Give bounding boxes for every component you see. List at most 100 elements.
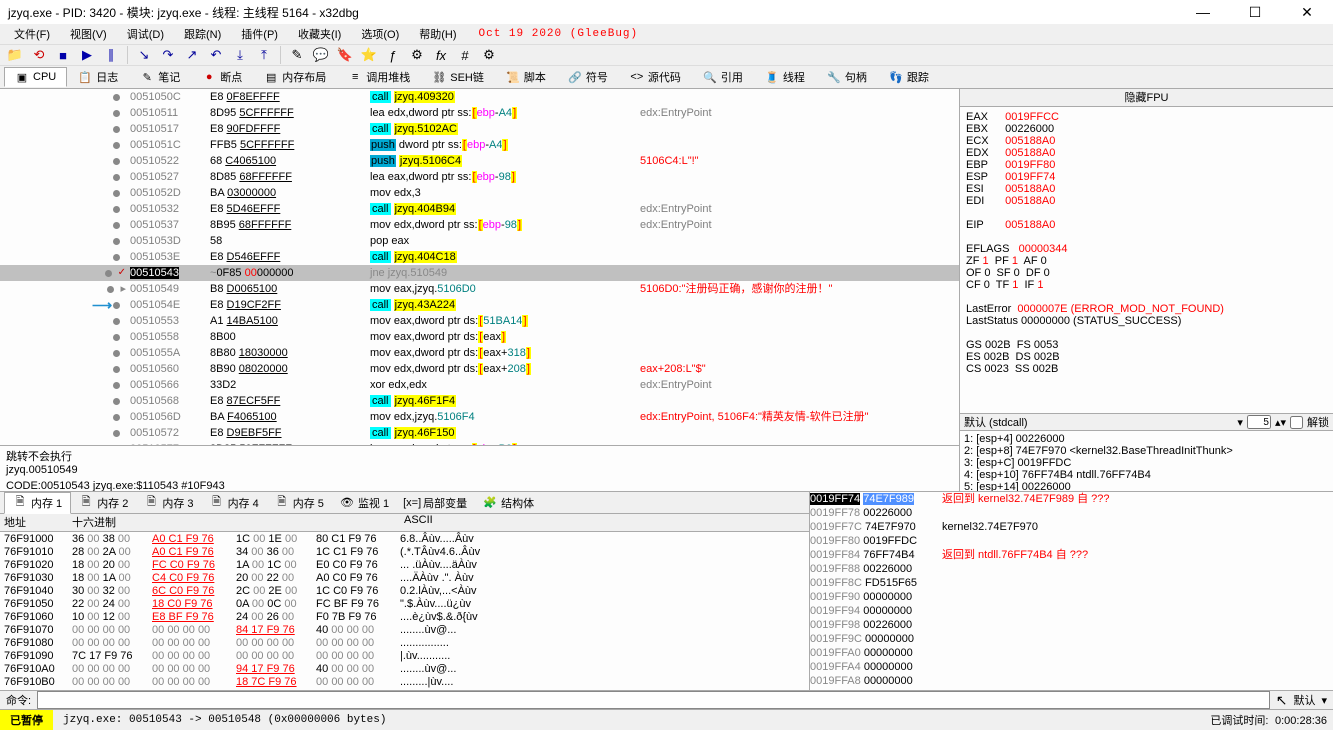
run-to-icon[interactable]: ⤓ <box>229 45 251 65</box>
menu-view[interactable]: 视图(V) <box>62 24 115 44</box>
tab-memmap[interactable]: ▤内存布局 <box>253 66 337 88</box>
disasm-row[interactable]: ▸00510549B8 D0065100mov eax,jzyq.5106D05… <box>0 281 959 297</box>
unlock-checkbox[interactable] <box>1290 416 1303 429</box>
variables-icon[interactable]: ⚙ <box>406 45 428 65</box>
menu-favourites[interactable]: 收藏夹(I) <box>290 24 349 44</box>
header-addr[interactable]: 地址 <box>0 514 72 531</box>
dump-tab-icon: 👁 <box>340 496 354 510</box>
step-into-icon[interactable]: ↘ <box>133 45 155 65</box>
tab-references[interactable]: 🔍引用 <box>692 66 754 88</box>
menu-plugins[interactable]: 插件(P) <box>233 24 286 44</box>
disasm-row[interactable]: 0051056633D2xor edx,edxedx:EntryPoint <box>0 377 959 393</box>
pause-icon[interactable]: ∥ <box>100 45 122 65</box>
tab-seh[interactable]: ⛓SEH链 <box>421 66 495 88</box>
menu-help[interactable]: 帮助(H) <box>411 24 464 44</box>
disasm-row[interactable]: 0051055A8B80 18030000mov eax,dword ptr d… <box>0 345 959 361</box>
functions-icon[interactable]: ƒ <box>382 45 404 65</box>
menu-file[interactable]: 文件(F) <box>6 24 58 44</box>
disasm-row[interactable]: 0051050CE8 0F8EFFFFcall jzyq.409320 <box>0 89 959 105</box>
tab-log[interactable]: 📋日志 <box>67 66 129 88</box>
stack-addresses[interactable]: 0019FF74 74E7F9890019FF78 002260000019FF… <box>810 492 938 690</box>
step-back-icon[interactable]: ↶ <box>205 45 227 65</box>
stop-icon[interactable]: ■ <box>52 45 74 65</box>
patches-icon[interactable]: ✎ <box>286 45 308 65</box>
settings-icon[interactable]: ⚙ <box>478 45 500 65</box>
trace-icon: 👣 <box>889 70 903 84</box>
tab-threads[interactable]: 🧵线程 <box>754 66 816 88</box>
dump-tab-icon: 🗎 <box>275 496 289 510</box>
disasm-row[interactable]: 00510568E8 87ECF5FFcall jzyq.46F1F4 <box>0 393 959 409</box>
labels-icon[interactable]: 🔖 <box>334 45 356 65</box>
disasm-row[interactable]: 005105378B95 68FFFFFFmov edx,dword ptr s… <box>0 217 959 233</box>
tab-handles[interactable]: 🔧句柄 <box>816 66 878 88</box>
hash-icon[interactable]: # <box>454 45 476 65</box>
tab-script[interactable]: 📜脚本 <box>495 66 557 88</box>
disasm-row[interactable]: 0051052268 C4065100push jzyq.5106C45106C… <box>0 153 959 169</box>
disasm-row[interactable]: 0051052DBA 03000000mov edx,3 <box>0 185 959 201</box>
maximize-button[interactable]: ☐ <box>1237 0 1273 24</box>
disasm-row[interactable]: 0051054EE8 D19CF2FFcall jzyq.43A224 <box>0 297 959 313</box>
tab-cpu[interactable]: ▣CPU <box>4 67 67 87</box>
disasm-row[interactable]: 00510517E8 90FDFFFFcall jzyq.5102AC <box>0 121 959 137</box>
command-input[interactable] <box>37 691 1270 709</box>
menu-trace[interactable]: 跟踪(N) <box>176 24 229 44</box>
tab-trace[interactable]: 👣跟踪 <box>878 66 940 88</box>
tab-source[interactable]: <>源代码 <box>619 66 692 88</box>
tab-callstack[interactable]: ≡调用堆栈 <box>337 66 421 88</box>
run-icon[interactable]: ▶ <box>76 45 98 65</box>
step-over-icon[interactable]: ↷ <box>157 45 179 65</box>
disasm-row[interactable]: 005105278D85 68FFFFFFlea eax,dword ptr s… <box>0 169 959 185</box>
dump-tab-5[interactable]: 👁监视 1 <box>332 493 397 513</box>
disasm-row[interactable]: 005105588B00mov eax,dword ptr ds:[eax] <box>0 329 959 345</box>
disasm-row[interactable]: 0051053EE8 D546EFFFcall jzyq.404C18 <box>0 249 959 265</box>
open-icon[interactable]: 📁 <box>4 45 26 65</box>
stack-comments[interactable]: 返回到 kernel32.74E7F989 自 ???kernel32.74E7… <box>938 492 1333 690</box>
disasm-row[interactable]: 00510572E8 D9EBF5FFcall jzyq.46F150 <box>0 425 959 441</box>
step-out-icon[interactable]: ↗ <box>181 45 203 65</box>
bookmarks-icon[interactable]: ⭐ <box>358 45 380 65</box>
tab-symbols[interactable]: 🔗符号 <box>557 66 619 88</box>
hide-fpu-button[interactable]: 隐藏FPU <box>960 89 1333 107</box>
disasm-row[interactable]: 0051053D58pop eax <box>0 233 959 249</box>
default-label[interactable]: 默认 <box>1293 692 1315 708</box>
tab-notes[interactable]: ✎笔记 <box>129 66 191 88</box>
dump-tab-3[interactable]: 🗎内存 4 <box>202 493 267 513</box>
menu-debug[interactable]: 调试(D) <box>119 24 172 44</box>
callconv-dropdown-icon[interactable]: ▾ <box>1237 416 1243 429</box>
disasm-row[interactable]: 0051056DBA F4065100mov edx,jzyq.5106F4ed… <box>0 409 959 425</box>
main-area: ⟶ 0051050CE8 0F8EFFFFcall jzyq.409320005… <box>0 89 1333 491</box>
restart-icon[interactable]: ⟲ <box>28 45 50 65</box>
disasm-row[interactable]: ✓00510543~0F85 00000000jne jzyq.510549 <box>0 265 959 281</box>
callconv-label[interactable]: 默认 (stdcall) <box>964 414 1028 430</box>
disasm-row[interactable]: 005105118D95 5CFFFFFFlea edx,dword ptr s… <box>0 105 959 121</box>
header-hex[interactable]: 十六进制 <box>72 514 404 531</box>
close-button[interactable]: ✕ <box>1289 0 1325 24</box>
registers-body[interactable]: EAX 0019FFCC EBX 00226000 ECX 005188A0 E… <box>960 107 1333 413</box>
header-ascii[interactable]: ASCII <box>404 514 809 531</box>
comments-icon[interactable]: 💬 <box>310 45 332 65</box>
stack-args[interactable]: 1: [esp+4] 00226000 2: [esp+8] 74E7F970 … <box>960 431 1333 491</box>
dump-body[interactable]: 76F9100036 00 38 00A0 C1 F9 761C 00 1E 0… <box>0 532 809 690</box>
dump-tab-4[interactable]: 🗎内存 5 <box>267 493 332 513</box>
menu-options[interactable]: 选项(O) <box>353 24 407 44</box>
dump-tab-icon: 🗎 <box>144 496 158 510</box>
disassembly-table[interactable]: ⟶ 0051050CE8 0F8EFFFFcall jzyq.409320005… <box>0 89 959 445</box>
dump-tab-1[interactable]: 🗎内存 2 <box>71 493 136 513</box>
default-dropdown-icon[interactable]: ▾ <box>1321 694 1327 707</box>
fx-icon[interactable]: fx <box>430 45 452 65</box>
disasm-row[interactable]: 005105608B90 08020000mov edx,dword ptr d… <box>0 361 959 377</box>
eip-arrow-icon: ⟶ <box>92 297 110 314</box>
dump-tab-0[interactable]: 🗎内存 1 <box>4 492 71 514</box>
spinner-up-down-icon[interactable]: ▴▾ <box>1275 416 1286 429</box>
dump-tab-6[interactable]: [x=]局部变量 <box>397 493 475 513</box>
disasm-row[interactable]: 00510532E8 5D46EFFFcall jzyq.404B94edx:E… <box>0 201 959 217</box>
dump-tab-2[interactable]: 🗎内存 3 <box>136 493 201 513</box>
minimize-button[interactable]: — <box>1185 0 1221 24</box>
tab-breakpoints[interactable]: ●断点 <box>191 66 253 88</box>
disasm-row[interactable]: 00510553A1 14BA5100mov eax,dword ptr ds:… <box>0 313 959 329</box>
dump-tab-7[interactable]: 🧩结构体 <box>475 493 542 513</box>
arg-count-spinner[interactable] <box>1247 415 1271 429</box>
run-until-icon[interactable]: ⤒ <box>253 45 275 65</box>
disasm-row[interactable]: 0051051CFFB5 5CFFFFFFpush dword ptr ss:[… <box>0 137 959 153</box>
disasm-row[interactable]: 005105778D85 50FFFFFFlea eax,dword ptr s… <box>0 441 959 445</box>
